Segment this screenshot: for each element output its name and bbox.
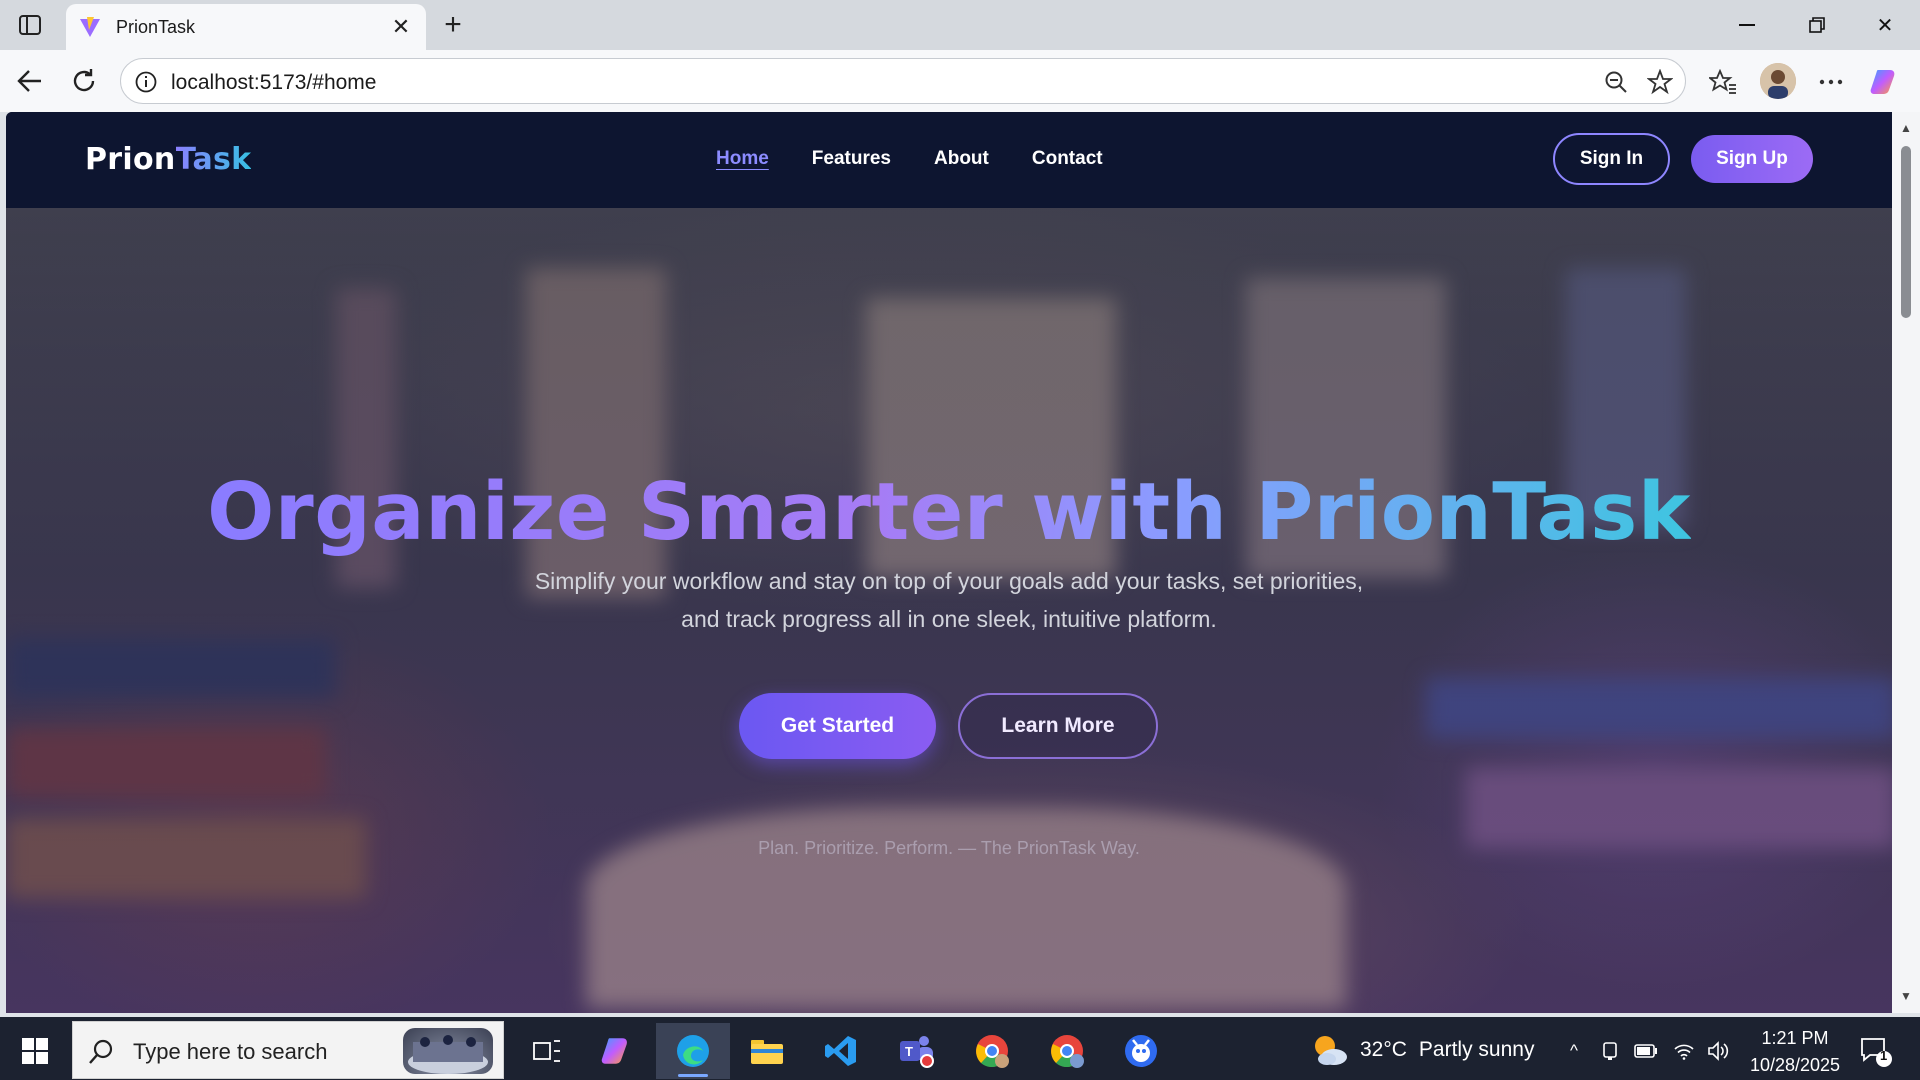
show-hidden-icons-icon[interactable]: ^ [1562, 1039, 1586, 1063]
scroll-up-icon[interactable]: ▲ [1898, 120, 1914, 136]
vscode-icon[interactable] [804, 1023, 878, 1079]
scroll-down-icon[interactable]: ▼ [1898, 988, 1914, 1004]
logo-prion: Prion [85, 142, 176, 177]
taskbar-clock[interactable]: 1:21 PM 10/28/2025 [1740, 1025, 1850, 1079]
nav-home-link[interactable]: Home [716, 148, 769, 170]
wifi-icon[interactable] [1672, 1039, 1696, 1063]
clock-time: 1:21 PM [1761, 1028, 1829, 1048]
favorite-star-icon[interactable] [1645, 67, 1675, 97]
nav-contact-link[interactable]: Contact [1032, 148, 1103, 170]
get-started-button[interactable]: Get Started [739, 693, 936, 759]
url-text[interactable]: localhost:5173/#home [171, 71, 376, 95]
new-tab-icon[interactable]: + [436, 8, 470, 42]
copilot-icon[interactable] [1868, 65, 1902, 99]
vite-favicon-icon [78, 15, 102, 39]
tab-actions-icon[interactable] [14, 10, 46, 40]
restore-icon[interactable] [1792, 8, 1842, 42]
address-bar[interactable]: localhost:5173/#home [120, 58, 1686, 104]
volume-icon[interactable] [1706, 1039, 1730, 1063]
close-window-icon[interactable]: ✕ [1860, 8, 1910, 42]
back-icon[interactable] [10, 62, 50, 100]
hero-tagline: Plan. Prioritize. Perform. — The PrionTa… [758, 838, 1140, 858]
hero-subtitle: Simplify your workflow and stay on top o… [449, 562, 1449, 638]
hero-section: Organize Smarter with PrionTask Simplify… [6, 208, 1892, 1013]
tab-title: PrionTask [116, 16, 196, 37]
taskbar-search-box[interactable]: Type here to search [72, 1021, 504, 1079]
copilot-taskbar-icon[interactable] [580, 1023, 654, 1079]
learn-more-button[interactable]: Learn More [958, 693, 1158, 759]
page-viewport: PrionTask Home Features About Contact Si… [6, 112, 1892, 1013]
site-logo[interactable]: PrionTask [85, 142, 251, 177]
hero-subtitle-line1: Simplify your workflow and stay on top o… [534, 568, 1364, 594]
browser-tab-strip: PrionTask ✕ + ✕ [0, 0, 1920, 50]
notification-center-icon[interactable]: 1 [1858, 1033, 1898, 1073]
battery-icon[interactable] [1634, 1039, 1658, 1063]
bluebird-app-icon[interactable] [1104, 1023, 1178, 1079]
refresh-icon[interactable] [64, 62, 104, 100]
svg-text:T: T [905, 1044, 913, 1059]
clock-date: 10/28/2025 [1749, 1055, 1841, 1075]
hero-subtitle-line2: and track progress all in one sleek, int… [681, 606, 1217, 632]
windows-start-icon[interactable] [12, 1031, 58, 1071]
active-indicator [678, 1074, 708, 1077]
site-header: PrionTask Home Features About Contact Si… [6, 112, 1892, 208]
site-info-icon[interactable] [133, 69, 159, 95]
notification-count: 1 [1880, 1048, 1888, 1063]
zoom-out-icon[interactable] [1601, 67, 1631, 97]
teams-icon[interactable]: T [880, 1023, 954, 1079]
hero-title: Organize Smarter with PrionTask [207, 466, 1691, 558]
sign-in-button[interactable]: Sign In [1553, 133, 1670, 185]
nav-features-link[interactable]: Features [812, 148, 891, 170]
nav-about-link[interactable]: About [934, 148, 989, 170]
favorites-icon[interactable] [1706, 65, 1740, 99]
edge-taskbar-icon[interactable] [656, 1023, 730, 1079]
logo-task: Task [175, 142, 252, 177]
weather-temp: 32°C [1360, 1038, 1407, 1061]
page-scrollbar[interactable]: ▲ ▼ [1892, 112, 1920, 1013]
device-icon[interactable] [1598, 1039, 1622, 1063]
more-options-icon[interactable] [1814, 65, 1848, 99]
partly-sunny-icon [1315, 1036, 1347, 1065]
task-view-icon[interactable] [510, 1023, 584, 1079]
browser-toolbar: localhost:5173/#home [0, 50, 1920, 112]
weather-desc: Partly sunny [1418, 1038, 1535, 1061]
search-icon [89, 1039, 113, 1064]
weather-widget[interactable]: 32°C Partly sunny [1310, 1033, 1534, 1067]
file-explorer-icon[interactable] [730, 1023, 804, 1079]
profile-avatar[interactable] [1760, 63, 1796, 99]
search-highlight-image [403, 1028, 493, 1074]
chrome-profile-2-icon[interactable] [1030, 1023, 1104, 1079]
scroll-thumb[interactable] [1901, 146, 1911, 318]
search-placeholder: Type here to search [133, 1039, 328, 1064]
browser-tab[interactable]: PrionTask ✕ [66, 4, 426, 50]
sign-up-button[interactable]: Sign Up [1691, 135, 1813, 183]
taskbar: Type here to search T 32°C Partly sunny … [0, 1017, 1920, 1080]
chrome-profile-1-icon[interactable] [955, 1023, 1029, 1079]
tab-close-icon[interactable]: ✕ [386, 12, 416, 42]
minimize-icon[interactable] [1722, 8, 1772, 42]
site-nav: Home Features About Contact [716, 148, 1103, 170]
